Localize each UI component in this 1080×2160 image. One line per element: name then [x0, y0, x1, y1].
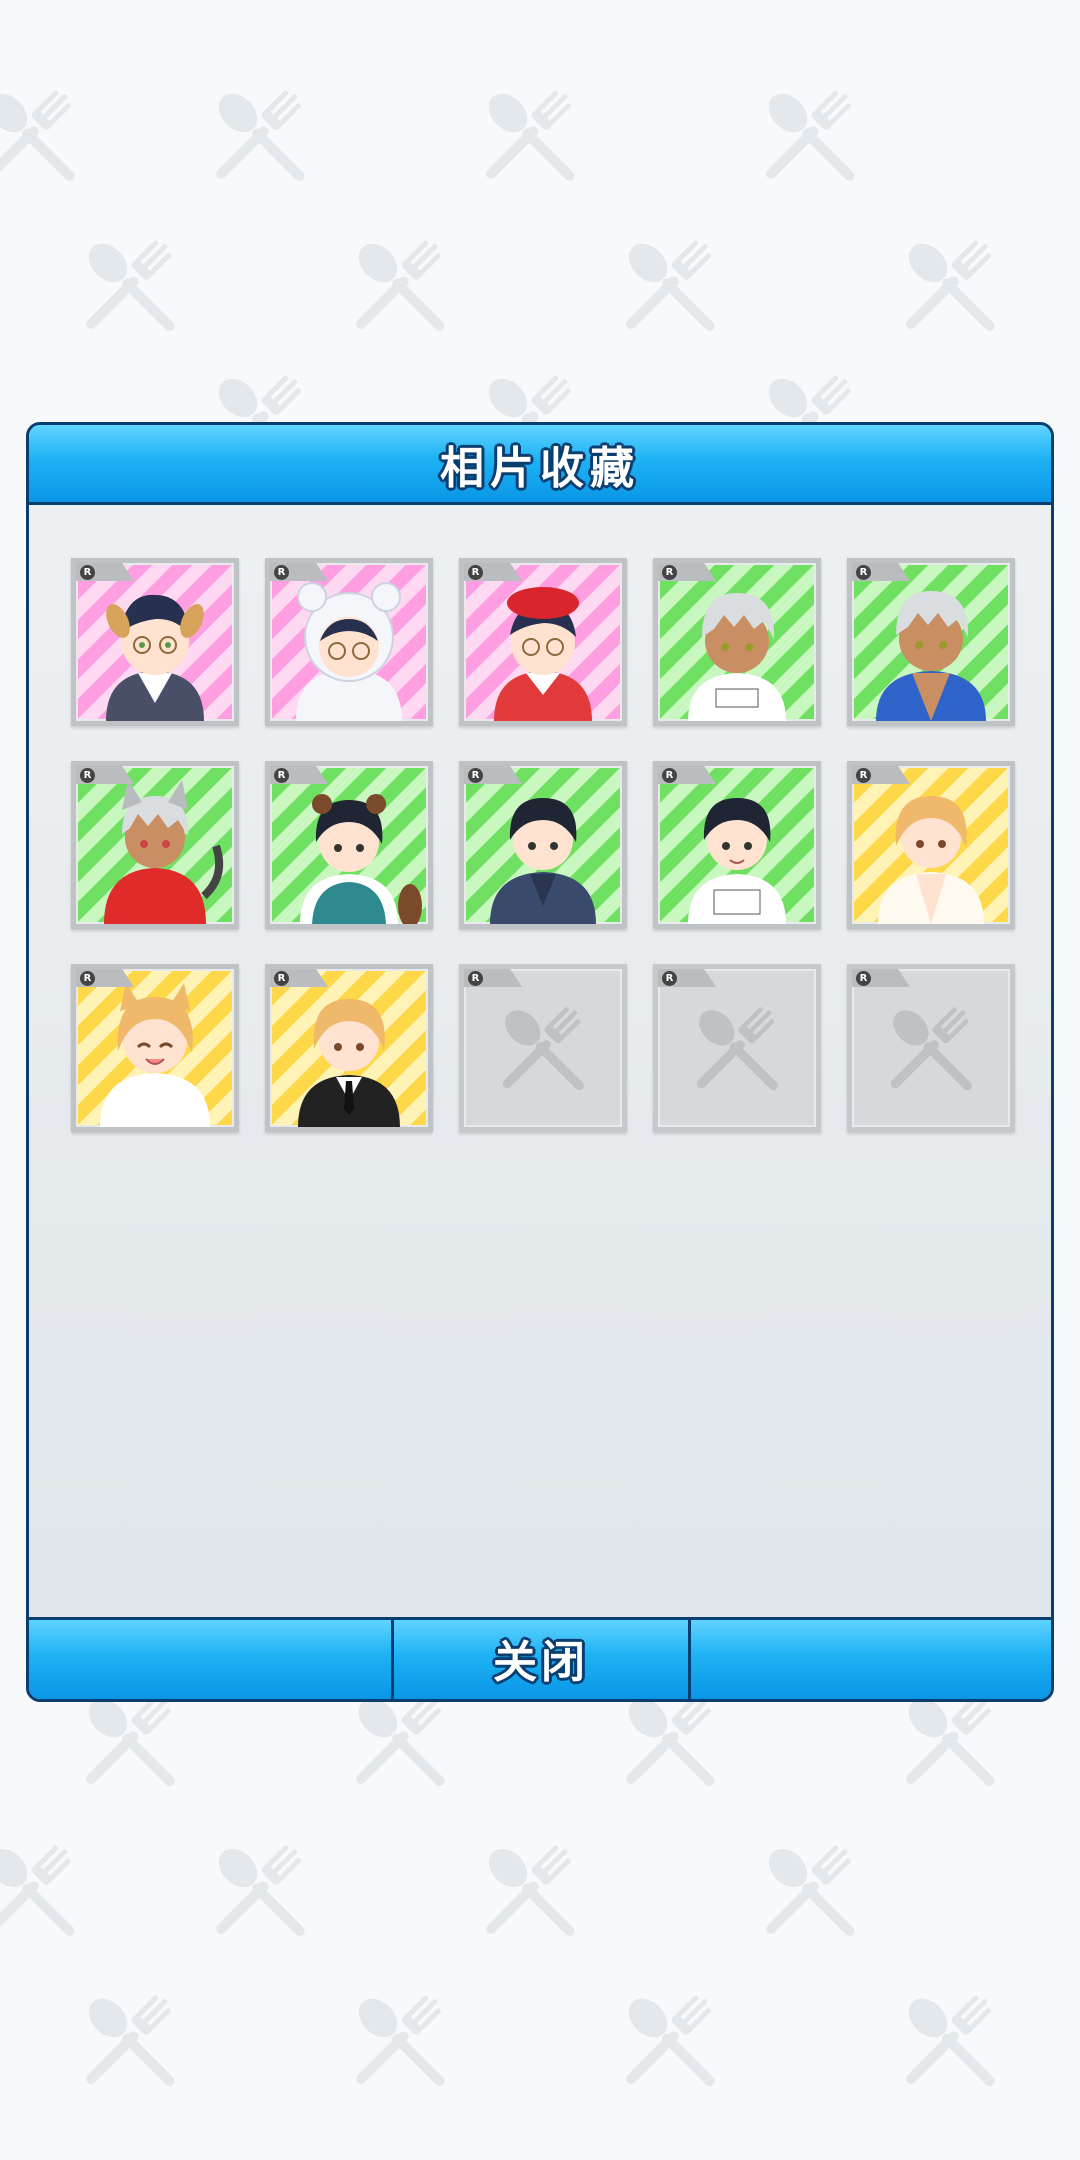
- dialog-footer-bar: 关闭: [29, 1617, 1051, 1699]
- character-portrait: [876, 591, 986, 721]
- photo-card-11[interactable]: R: [71, 964, 239, 1132]
- character-portrait: [300, 794, 422, 924]
- photo-card-8[interactable]: R: [459, 761, 627, 929]
- close-button-label: 关闭: [493, 1637, 589, 1688]
- character-portrait: [106, 594, 204, 721]
- photo-card-7[interactable]: R: [265, 761, 433, 929]
- photo-card-12[interactable]: R: [265, 964, 433, 1132]
- photo-card-5[interactable]: R: [847, 558, 1015, 726]
- rarity-badge: R: [80, 768, 95, 783]
- rarity-badge: R: [274, 768, 289, 783]
- rarity-badge: R: [80, 971, 95, 986]
- character-portrait: [104, 780, 223, 924]
- fork-spoon-icon: [502, 1007, 584, 1091]
- rarity-badge: R: [856, 565, 871, 580]
- character-portrait: [688, 798, 786, 924]
- character-portrait: [490, 798, 596, 924]
- photo-card-3[interactable]: R: [459, 558, 627, 726]
- rarity-badge: R: [468, 565, 483, 580]
- character-portrait: [298, 999, 400, 1127]
- rarity-badge: R: [468, 768, 483, 783]
- character-portrait: [494, 587, 592, 721]
- fork-spoon-icon: [890, 1007, 972, 1091]
- character-portrait: [100, 983, 210, 1127]
- fork-spoon-icon: [696, 1007, 778, 1091]
- photo-card-2[interactable]: R: [265, 558, 433, 726]
- rarity-badge: R: [274, 565, 289, 580]
- photo-card-9[interactable]: R: [653, 761, 821, 929]
- rarity-badge: R: [856, 971, 871, 986]
- photo-card-15-locked[interactable]: R: [847, 964, 1015, 1132]
- character-portrait: [296, 582, 402, 721]
- rarity-badge: R: [662, 565, 677, 580]
- photo-card-13-locked[interactable]: R: [459, 964, 627, 1132]
- dialog-title-bar: 相片收藏: [29, 425, 1051, 505]
- rarity-badge: R: [468, 971, 483, 986]
- photo-card-6[interactable]: R: [71, 761, 239, 929]
- photo-card-14-locked[interactable]: R: [653, 964, 821, 1132]
- rarity-badge: R: [80, 565, 95, 580]
- rarity-badge: R: [662, 971, 677, 986]
- rarity-badge: R: [274, 971, 289, 986]
- photo-card-4[interactable]: R: [653, 558, 821, 726]
- dialog-title: 相片收藏: [440, 442, 640, 494]
- photo-collection-dialog: 相片收藏 R R R R R R R R R R R R R R R 关闭: [26, 422, 1054, 1702]
- rarity-badge: R: [856, 768, 871, 783]
- close-button[interactable]: 关闭: [391, 1617, 691, 1699]
- character-portrait: [878, 796, 984, 924]
- photo-card-10[interactable]: R: [847, 761, 1015, 929]
- rarity-badge: R: [662, 768, 677, 783]
- character-portrait: [688, 593, 786, 721]
- photo-card-1[interactable]: R: [71, 558, 239, 726]
